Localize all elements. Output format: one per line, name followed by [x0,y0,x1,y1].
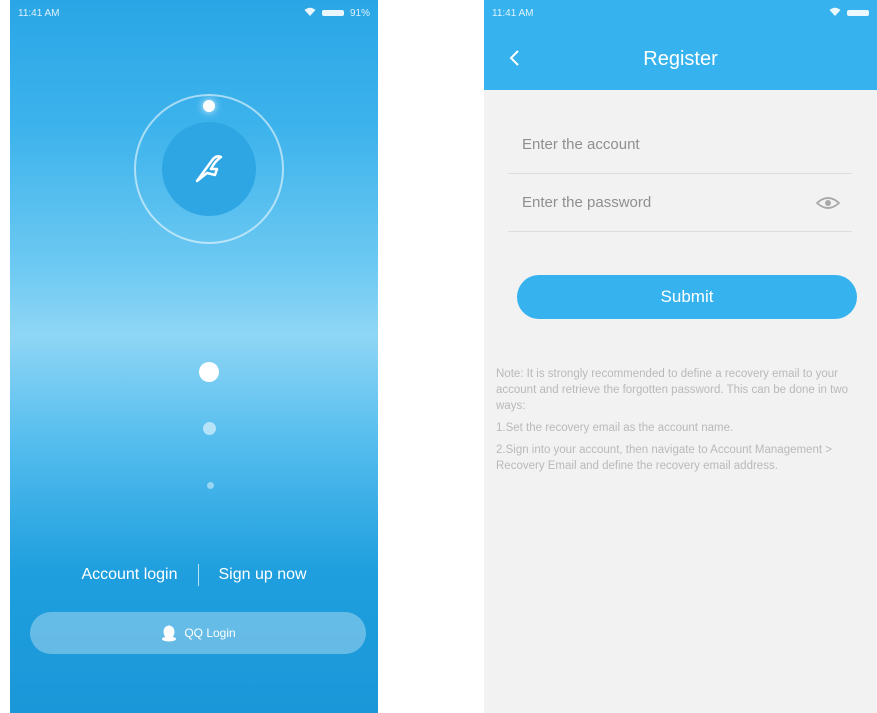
battery-icon [847,10,869,16]
qq-penguin-icon [160,624,178,642]
register-screen: 11:41 AM Register Enter the account Ente… [484,0,877,713]
page-indicator-dot [199,362,219,382]
page-title: Register [643,48,718,70]
note-step-2: 2.Sign into your account, then navigate … [496,444,832,472]
register-header: 11:41 AM Register [484,0,877,90]
login-links: Account login Sign up now [10,562,378,588]
status-time: 11:41 AM [492,7,534,19]
wifi-icon [829,7,841,19]
status-bar: 11:41 AM [484,0,877,26]
logo-ring-dot [203,100,215,112]
password-field[interactable]: Enter the password [508,174,852,232]
page-indicator-dot [203,422,216,435]
account-login-link[interactable]: Account login [81,566,177,584]
note-step-1: 1.Set the recovery email as the account … [496,422,734,434]
status-bar: 11:41 AM 91% [10,0,378,26]
battery-icon [321,10,344,16]
divider [197,564,199,586]
wifi-icon [304,7,316,19]
battery-level: 91% [349,7,370,19]
login-screen: 11:41 AM 91% Account login Sign up now Q… [10,0,378,713]
qq-login-button[interactable]: QQ Login [30,612,366,654]
account-field[interactable]: Enter the account [508,116,852,174]
submit-button[interactable]: Submit [517,275,857,319]
note-paragraph: Note: It is strongly recommended to defi… [496,368,849,412]
account-placeholder: Enter the account [522,136,640,153]
page-indicator-dot [207,482,214,489]
password-placeholder: Enter the password [522,194,652,211]
note-text: Note: It is strongly recommended to defi… [496,366,874,480]
sign-up-link[interactable]: Sign up now [219,566,307,584]
app-logo-icon [162,122,256,216]
status-time: 11:41 AM [18,7,60,19]
qq-login-label: QQ Login [184,626,236,640]
eye-icon[interactable] [814,194,842,212]
